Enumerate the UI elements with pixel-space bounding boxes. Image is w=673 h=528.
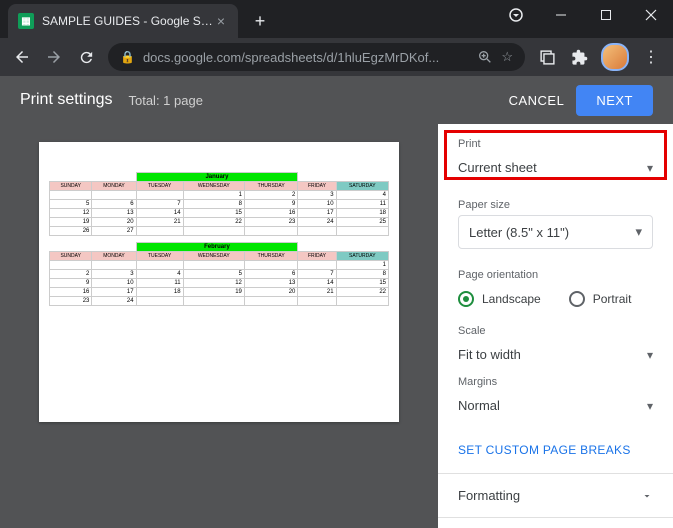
print-settings-appbar: Print settings Total: 1 page CANCEL NEXT bbox=[0, 76, 673, 124]
headers-footers-expander[interactable]: Headers & footers bbox=[438, 517, 673, 528]
chevron-down-icon: ▾ bbox=[635, 224, 642, 240]
chevron-down-icon: ▾ bbox=[647, 161, 653, 175]
cancel-button[interactable]: CANCEL bbox=[497, 85, 577, 116]
radio-selected-icon bbox=[458, 291, 474, 307]
preview-page: January SUNDAYMONDAYTUESDAYWEDNESDAYTHUR… bbox=[39, 142, 399, 422]
url-text: docs.google.com/spreadsheets/d/1hluEgzMr… bbox=[143, 50, 471, 65]
scale-value: Fit to width bbox=[458, 347, 521, 362]
paper-size-value: Letter (8.5" x 11") bbox=[469, 225, 569, 240]
paper-size-section: Paper size Letter (8.5" x 11") ▾ bbox=[438, 187, 673, 257]
lock-icon: 🔒 bbox=[120, 50, 135, 64]
print-label: Print bbox=[458, 138, 653, 150]
formatting-label: Formatting bbox=[458, 488, 520, 503]
orientation-label: Page orientation bbox=[458, 269, 653, 281]
set-custom-page-breaks-link[interactable]: SET CUSTOM PAGE BREAKS bbox=[458, 435, 653, 465]
preview-pane: January SUNDAYMONDAYTUESDAYWEDNESDAYTHUR… bbox=[0, 124, 438, 528]
extensions-icon[interactable] bbox=[565, 43, 593, 71]
reload-button[interactable] bbox=[72, 43, 100, 71]
orientation-section: Page orientation Landscape Portrait bbox=[438, 257, 673, 321]
chevron-down-icon bbox=[641, 490, 653, 502]
browser-toolbar: 🔒 docs.google.com/spreadsheets/d/1hluEgz… bbox=[0, 38, 673, 76]
window-controls bbox=[493, 0, 673, 30]
page-title: Print settings bbox=[20, 91, 112, 109]
maximize-button[interactable] bbox=[583, 0, 628, 30]
scale-section: Scale Fit to width ▾ bbox=[438, 321, 673, 372]
bookmark-star-icon[interactable]: ☆ bbox=[501, 49, 513, 65]
page-count: Total: 1 page bbox=[128, 93, 202, 108]
tab-title: SAMPLE GUIDES - Google Sheets bbox=[42, 14, 214, 28]
next-button[interactable]: NEXT bbox=[576, 85, 653, 116]
margins-value: Normal bbox=[458, 398, 500, 413]
zoom-icon[interactable] bbox=[477, 49, 493, 65]
margins-label: Margins bbox=[458, 376, 653, 388]
close-window-button[interactable] bbox=[628, 0, 673, 30]
custom-breaks-section: SET CUSTOM PAGE BREAKS bbox=[438, 423, 673, 473]
print-value: Current sheet bbox=[458, 160, 537, 175]
browser-menu-icon[interactable]: ⋮ bbox=[637, 43, 665, 71]
paper-size-label: Paper size bbox=[458, 199, 653, 211]
calendar-february: February SUNDAYMONDAYTUESDAYWEDNESDAYTHU… bbox=[49, 242, 389, 306]
back-button[interactable] bbox=[8, 43, 36, 71]
print-section: Print Current sheet ▾ bbox=[438, 124, 673, 187]
landscape-radio[interactable]: Landscape bbox=[458, 291, 541, 307]
calendar-january: January SUNDAYMONDAYTUESDAYWEDNESDAYTHUR… bbox=[49, 172, 389, 236]
browser-titlebar: ▦ SAMPLE GUIDES - Google Sheets × + bbox=[0, 0, 673, 38]
url-bar[interactable]: 🔒 docs.google.com/spreadsheets/d/1hluEgz… bbox=[108, 43, 525, 71]
portrait-radio[interactable]: Portrait bbox=[569, 291, 632, 307]
browser-tab[interactable]: ▦ SAMPLE GUIDES - Google Sheets × bbox=[8, 4, 238, 38]
print-select[interactable]: Current sheet ▾ bbox=[458, 154, 653, 179]
chevron-down-icon: ▾ bbox=[647, 348, 653, 362]
margins-section: Margins Normal ▾ bbox=[438, 372, 673, 423]
close-tab-icon[interactable]: × bbox=[214, 14, 228, 28]
minimize-button[interactable] bbox=[538, 0, 583, 30]
scale-label: Scale bbox=[458, 325, 653, 337]
tab-overview-icon[interactable] bbox=[533, 43, 561, 71]
portrait-label: Portrait bbox=[593, 292, 632, 306]
account-indicator-icon[interactable] bbox=[493, 0, 538, 30]
margins-select[interactable]: Normal ▾ bbox=[458, 392, 653, 419]
scale-select[interactable]: Fit to width ▾ bbox=[458, 341, 653, 368]
forward-button[interactable] bbox=[40, 43, 68, 71]
settings-sidebar: Print Current sheet ▾ Paper size Letter … bbox=[438, 124, 673, 528]
new-tab-button[interactable]: + bbox=[246, 7, 274, 35]
paper-size-select[interactable]: Letter (8.5" x 11") ▾ bbox=[458, 215, 653, 249]
formatting-expander[interactable]: Formatting bbox=[438, 473, 673, 517]
radio-unselected-icon bbox=[569, 291, 585, 307]
sheets-favicon: ▦ bbox=[18, 13, 34, 29]
chevron-down-icon: ▾ bbox=[647, 399, 653, 413]
profile-avatar[interactable] bbox=[601, 43, 629, 71]
content-area: January SUNDAYMONDAYTUESDAYWEDNESDAYTHUR… bbox=[0, 124, 673, 528]
landscape-label: Landscape bbox=[482, 292, 541, 306]
